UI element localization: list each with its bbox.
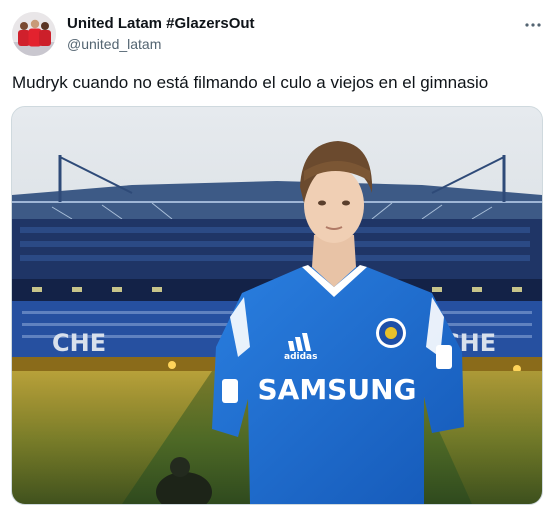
tweet: United Latam #GlazersOut @united_latam M… <box>0 0 557 515</box>
stand-letters-left: CHE <box>52 329 106 357</box>
tweet-text: Mudryk cuando no está filmando el culo a… <box>12 73 489 92</box>
more-options-button[interactable] <box>518 10 548 40</box>
author-name[interactable]: United Latam #GlazersOut <box>67 14 255 34</box>
kit-brand-label: adidas <box>284 352 317 362</box>
shirt-sponsor-text: SAMSUNG <box>257 373 416 406</box>
author-avatar[interactable] <box>12 12 56 56</box>
tweet-media-image[interactable]: CHE CHE adidas SAMSUNG <box>11 106 543 505</box>
more-horizontal-icon <box>525 23 541 27</box>
author-handle[interactable]: @united_latam <box>67 35 161 53</box>
